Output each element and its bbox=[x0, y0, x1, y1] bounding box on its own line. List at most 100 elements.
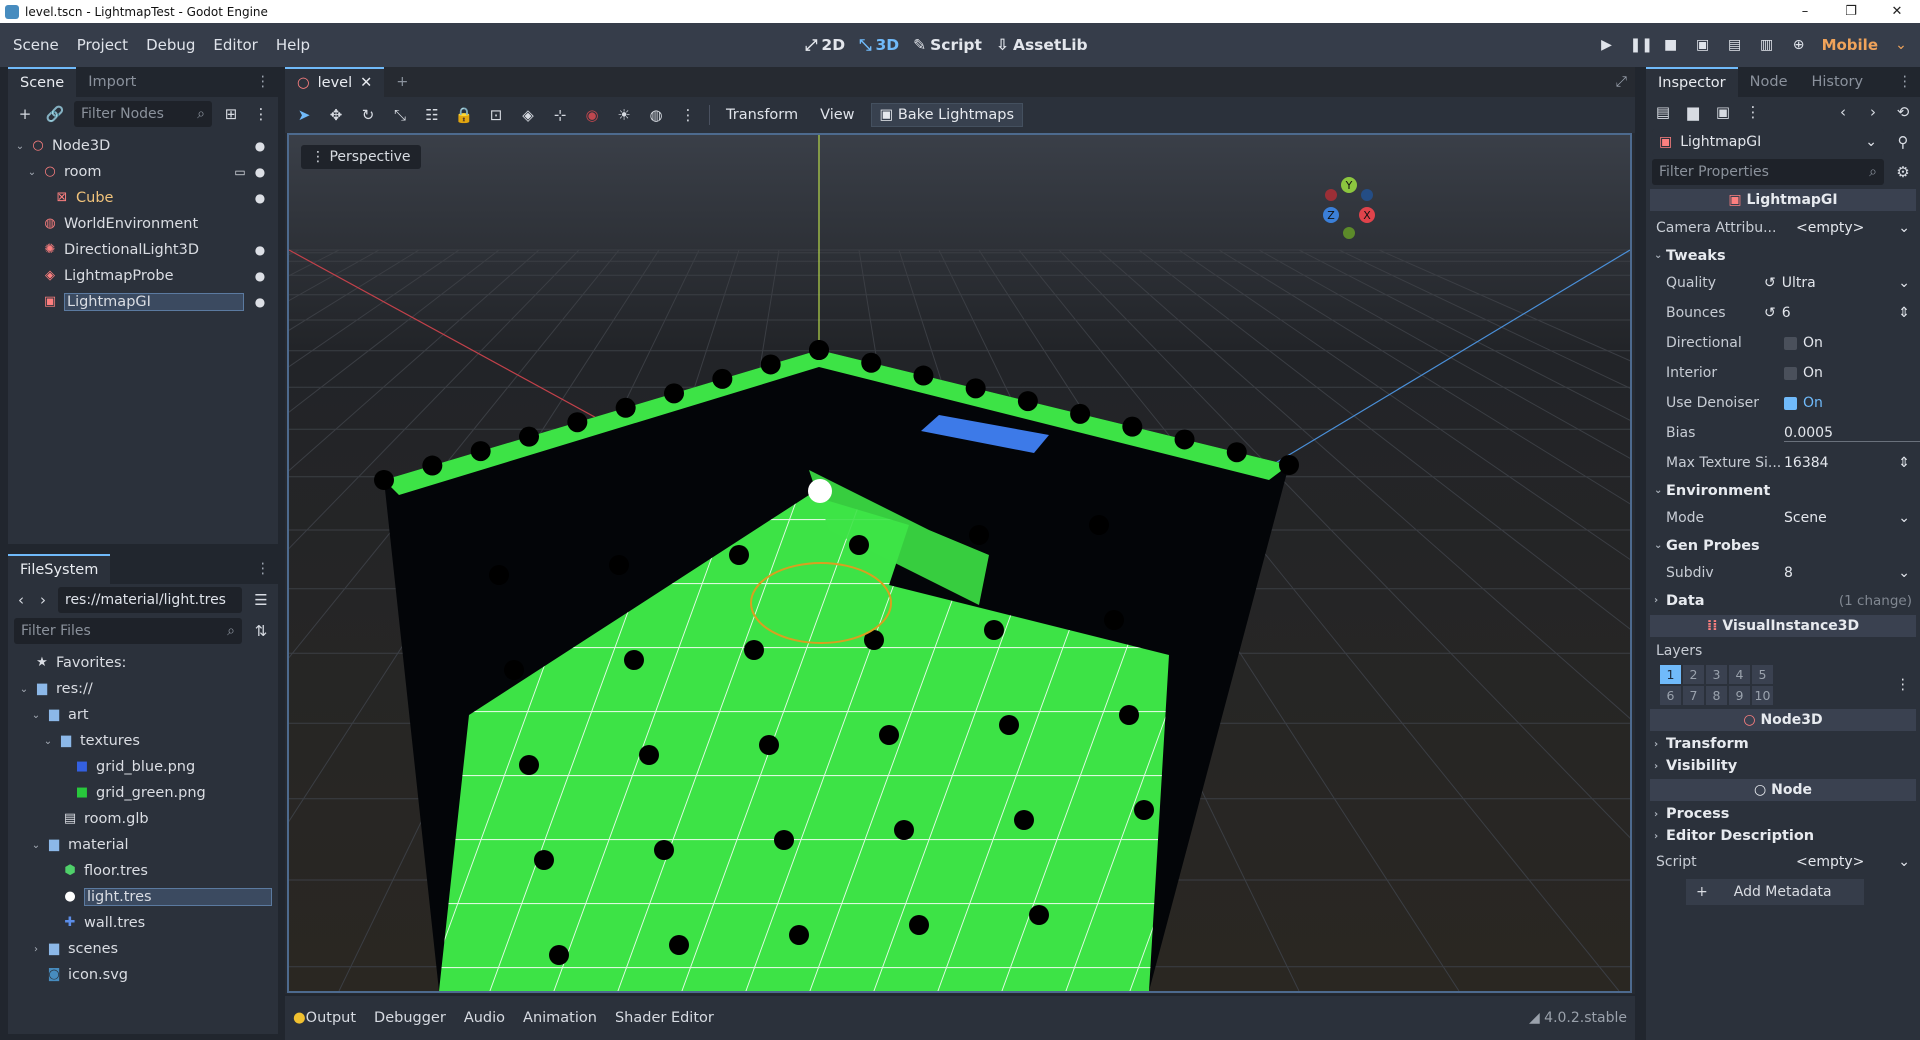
filter-files-input[interactable]: Filter Files ⌕ bbox=[14, 618, 242, 644]
tab-shader-editor[interactable]: Shader Editor bbox=[615, 1010, 714, 1026]
chevron-down-icon[interactable]: ⌄ bbox=[26, 167, 38, 178]
file-item[interactable]: ■ grid_blue.png bbox=[8, 754, 278, 780]
tree-node-node3d[interactable]: ⌄ ○ Node3D ● bbox=[8, 133, 278, 159]
prop-environment-mode[interactable]: Mode Scene ⌄ bbox=[1646, 503, 1920, 533]
prop-camera-attributes[interactable]: Camera Attribu... <empty> ⌄ bbox=[1646, 213, 1920, 243]
tab-animation[interactable]: Animation bbox=[523, 1010, 597, 1026]
visibility-eye-icon[interactable]: ● bbox=[250, 139, 270, 153]
play-custom-icon[interactable]: ▤ bbox=[1726, 36, 1744, 54]
prop-use-denoiser[interactable]: Use Denoiser On bbox=[1646, 388, 1920, 418]
group-gen-probes[interactable]: ⌄ Gen Probes bbox=[1646, 533, 1920, 558]
visibility-eye-icon[interactable]: ● bbox=[250, 191, 270, 205]
tab-debugger[interactable]: Debugger bbox=[374, 1010, 446, 1026]
chevron-down-icon[interactable]: ⌄ bbox=[18, 684, 30, 695]
revert-icon[interactable]: ↺ bbox=[1764, 275, 1776, 291]
snap-icon[interactable]: ⊹ bbox=[549, 104, 571, 126]
tree-node-lightmapgi[interactable]: ▣ LightmapGI ● bbox=[8, 289, 278, 315]
group-tweaks[interactable]: ⌄ Tweaks bbox=[1646, 243, 1920, 268]
directional-checkbox[interactable] bbox=[1784, 336, 1797, 350]
layer-10[interactable]: 10 bbox=[1752, 686, 1773, 705]
mode-assetlib-button[interactable]: ⇩ AssetLib bbox=[996, 36, 1088, 54]
perspective-menu[interactable]: ⋮ Perspective bbox=[301, 145, 421, 169]
file-item[interactable]: ⬢ floor.tres bbox=[8, 858, 278, 884]
file-item[interactable]: ● light.tres bbox=[8, 884, 278, 910]
mode-script-button[interactable]: ✎ Script bbox=[913, 36, 982, 54]
3d-viewport[interactable]: Y X Z ⋮ Perspective bbox=[287, 133, 1632, 993]
minimize-button[interactable]: – bbox=[1782, 4, 1828, 19]
more-icon[interactable]: ⋮ bbox=[677, 104, 699, 126]
move-tool-icon[interactable]: ✥ bbox=[325, 104, 347, 126]
tab-node[interactable]: Node bbox=[1738, 67, 1800, 97]
add-node-icon[interactable]: + bbox=[14, 103, 36, 125]
new-scene-tab-icon[interactable]: + bbox=[384, 67, 420, 97]
scene-instance-icon[interactable]: ▭ bbox=[230, 165, 250, 179]
tree-node-room[interactable]: ⌄ ○ room ▭ ● bbox=[8, 159, 278, 185]
movie-maker-icon[interactable]: ▥ bbox=[1758, 36, 1776, 54]
instance-scene-icon[interactable]: 🔗 bbox=[44, 103, 66, 125]
tree-node-directionallight3d[interactable]: ✺ DirectionalLight3D ● bbox=[8, 237, 278, 263]
prop-interior[interactable]: Interior On bbox=[1646, 358, 1920, 388]
file-item[interactable]: ★ Favorites: bbox=[8, 650, 278, 676]
more-icon[interactable]: ⋮ bbox=[1742, 101, 1764, 123]
node-selector[interactable]: ▣ LightmapGI ⌄ bbox=[1652, 129, 1884, 155]
dock-menu-icon[interactable]: ⋮ bbox=[1890, 67, 1920, 97]
group-environment[interactable]: ⌄ Environment bbox=[1646, 478, 1920, 503]
visibility-eye-icon[interactable]: ● bbox=[250, 165, 270, 179]
tab-import[interactable]: Import bbox=[76, 67, 148, 97]
prop-quality[interactable]: Quality ↺ Ultra ⌄ bbox=[1646, 268, 1920, 298]
close-tab-icon[interactable]: ✕ bbox=[360, 69, 372, 97]
file-item[interactable]: ✚ wall.tres bbox=[8, 910, 278, 936]
menu-editor[interactable]: Editor bbox=[204, 36, 266, 54]
menu-help[interactable]: Help bbox=[267, 36, 319, 54]
dock-menu-icon[interactable]: ⋮ bbox=[248, 67, 279, 97]
scale-tool-icon[interactable]: ⤡ bbox=[389, 104, 411, 126]
layer-6[interactable]: 6 bbox=[1660, 686, 1681, 705]
file-item[interactable]: ⌄ ▆ material bbox=[8, 832, 278, 858]
prop-bias[interactable]: Bias 0.0005 bbox=[1646, 418, 1920, 448]
chevron-down-icon[interactable]: ⌄ bbox=[30, 840, 42, 851]
camera-preview-icon[interactable]: ◉ bbox=[581, 104, 603, 126]
visibility-eye-icon[interactable]: ● bbox=[250, 269, 270, 283]
open-folder-icon[interactable]: ▆ bbox=[1682, 101, 1704, 123]
rotate-tool-icon[interactable]: ↻ bbox=[357, 104, 379, 126]
remote-debug-icon[interactable]: ⊕ bbox=[1790, 36, 1808, 54]
docs-icon[interactable]: ⚲ bbox=[1892, 131, 1914, 153]
file-item[interactable]: ◙ icon.svg bbox=[8, 962, 278, 988]
tree-node-worldenvironment[interactable]: ◍ WorldEnvironment bbox=[8, 211, 278, 237]
file-item[interactable]: ■ grid_green.png bbox=[8, 780, 278, 806]
bake-lightmaps-button[interactable]: ▣ Bake Lightmaps bbox=[870, 103, 1024, 127]
layers-menu-icon[interactable]: ⋮ bbox=[1896, 677, 1911, 693]
tab-scene[interactable]: Scene bbox=[8, 67, 77, 97]
chevron-right-icon[interactable]: › bbox=[30, 944, 42, 955]
list-select-icon[interactable]: ☷ bbox=[421, 104, 443, 126]
tab-inspector[interactable]: Inspector bbox=[1646, 67, 1738, 97]
layer-8[interactable]: 8 bbox=[1706, 686, 1727, 705]
filter-nodes-input[interactable]: Filter Nodes ⌕ bbox=[74, 101, 212, 127]
object-history-icon[interactable]: ⟲ bbox=[1892, 101, 1914, 123]
close-window-button[interactable]: ✕ bbox=[1874, 4, 1920, 19]
scene-menu-icon[interactable]: ⋮ bbox=[250, 103, 272, 125]
prop-max-texture-size[interactable]: Max Texture Si... 16384 ⇕ bbox=[1646, 448, 1920, 478]
file-item[interactable]: ⌄ ▆ textures bbox=[8, 728, 278, 754]
group-process[interactable]: › Process bbox=[1646, 803, 1920, 825]
file-item[interactable]: ⌄ ▆ res:// bbox=[8, 676, 278, 702]
group-data[interactable]: › Data (1 change) bbox=[1646, 588, 1920, 613]
layer-9[interactable]: 9 bbox=[1729, 686, 1750, 705]
prop-script[interactable]: Script <empty> ⌄ bbox=[1646, 847, 1920, 877]
property-settings-icon[interactable]: ⚙ bbox=[1892, 161, 1914, 183]
history-back-icon[interactable]: ‹ bbox=[1832, 101, 1854, 123]
maximize-button[interactable]: ❐ bbox=[1828, 4, 1874, 19]
tree-node-cube[interactable]: ⊠ Cube ● bbox=[8, 185, 278, 211]
interior-checkbox[interactable] bbox=[1784, 366, 1797, 380]
chevron-down-icon[interactable]: ⌄ bbox=[30, 710, 42, 721]
renderer-select[interactable]: Mobile bbox=[1822, 36, 1878, 54]
transform-menu[interactable]: Transform bbox=[720, 107, 804, 123]
new-resource-icon[interactable]: ▤ bbox=[1652, 101, 1674, 123]
tab-output[interactable]: ●Output bbox=[293, 1010, 356, 1026]
select-tool-icon[interactable]: ➤ bbox=[293, 104, 315, 126]
play-scene-icon[interactable]: ▣ bbox=[1694, 36, 1712, 54]
pause-icon[interactable]: ❚❚ bbox=[1630, 36, 1653, 54]
mode-2d-button[interactable]: ⤢ 2D bbox=[805, 36, 845, 55]
distraction-free-icon[interactable]: ⤢ bbox=[1607, 67, 1635, 97]
lock-icon[interactable]: 🔒 bbox=[453, 104, 475, 126]
